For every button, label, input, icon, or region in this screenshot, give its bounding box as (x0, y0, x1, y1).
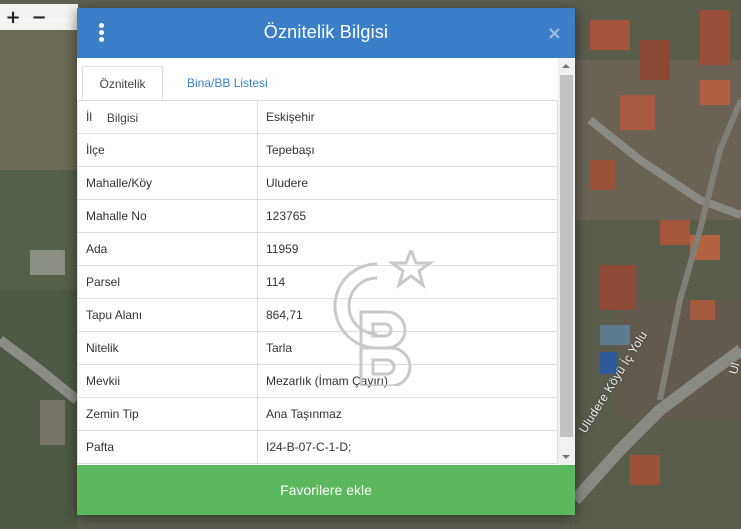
attribute-value: Eskişehir (257, 100, 558, 134)
attribute-value: 864,71 (257, 298, 558, 332)
tab-bar: Öznitelik Bilgisi Bina/BB Listesi (82, 66, 557, 125)
table-row: Zemin Tip Ana Taşınmaz (77, 397, 558, 431)
table-row: Mahalle/Köy Uludere (77, 166, 558, 200)
attribute-value: 114 (257, 265, 558, 299)
close-icon[interactable]: × (547, 23, 562, 44)
attribute-table: İl Eskişehir İlçe Tepebaşı Mahalle/Köy Uluder… (77, 100, 558, 464)
attribute-value: Ana Taşınmaz (257, 397, 558, 431)
zoom-in-button[interactable]: + (0, 7, 26, 28)
table-row: Nitelik Tarla (77, 331, 558, 365)
attribute-key: İlçe (77, 133, 258, 167)
table-row: İl Eskişehir (77, 100, 558, 134)
attribute-value: 123765 (257, 199, 558, 233)
vertical-scrollbar[interactable] (558, 58, 575, 465)
attribute-value: Uludere (257, 166, 558, 200)
attribute-value: Mezarlık (İmam Çayırı) (257, 364, 558, 398)
map-zoom-controls: + − (0, 4, 78, 30)
table-row: Ada 11959 (77, 232, 558, 266)
modal-body: Öznitelik Bilgisi Bina/BB Listesi İl Eski… (77, 58, 575, 465)
tab-attribute-info[interactable]: Öznitelik Bilgisi (82, 66, 163, 125)
attribute-key: İl (77, 100, 258, 134)
attribute-value: Tepebaşı (257, 133, 558, 167)
tab-building-list[interactable]: Bina/BB Listesi (187, 66, 268, 100)
table-row: Mevkii Mezarlık (İmam Çayırı) (77, 364, 558, 398)
attribute-key: Mevkii (77, 364, 258, 398)
attribute-value: 11959 (257, 232, 558, 266)
scroll-up-arrow-icon[interactable] (562, 64, 570, 68)
attribute-key: Nitelik (77, 331, 258, 365)
modal-header: Öznitelik Bilgisi × (77, 8, 575, 58)
table-row: Pafta I24-B-07-C-1-D; (77, 430, 558, 464)
attribute-key: Zemin Tip (77, 397, 258, 431)
attribute-key: Ada (77, 232, 258, 266)
attribute-info-modal: Öznitelik Bilgisi × Öznitelik Bilgisi Bi… (77, 8, 575, 515)
attribute-value: Tarla (257, 331, 558, 365)
table-row: Mahalle No 123765 (77, 199, 558, 233)
attribute-key: Pafta (77, 430, 258, 464)
attribute-key: Mahalle No (77, 199, 258, 233)
attribute-key: Mahalle/Köy (77, 166, 258, 200)
add-to-favorites-button[interactable]: Favorilere ekle (77, 465, 575, 515)
table-row: Tapu Alanı 864,71 (77, 298, 558, 332)
modal-title: Öznitelik Bilgisi (263, 22, 389, 42)
table-row: Parsel 114 (77, 265, 558, 299)
attribute-value: I24-B-07-C-1-D; (257, 430, 558, 464)
scroll-down-arrow-icon[interactable] (562, 455, 570, 459)
table-row: İlçe Tepebaşı (77, 133, 558, 167)
scrollbar-thumb[interactable] (560, 75, 573, 437)
attribute-key: Parsel (77, 265, 258, 299)
zoom-out-button[interactable]: − (26, 7, 52, 28)
attribute-key: Tapu Alanı (77, 298, 258, 332)
